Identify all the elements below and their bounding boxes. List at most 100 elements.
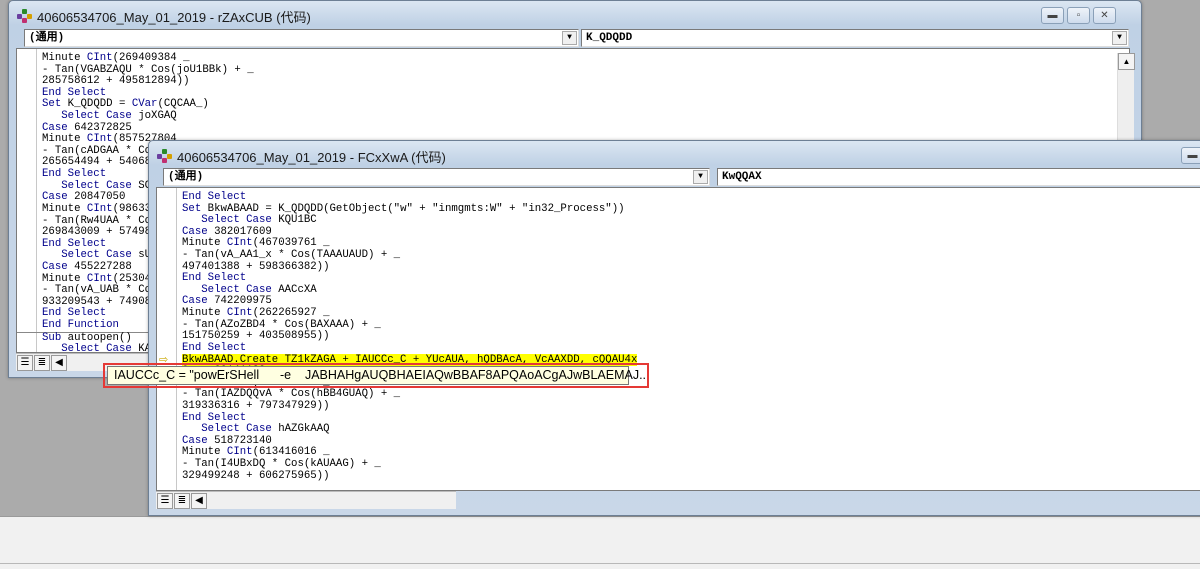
minimize-button[interactable]: ▬ bbox=[1181, 147, 1200, 164]
code-keyword: End Select bbox=[182, 341, 247, 354]
code-editor[interactable]: ⇨ End Select Set BkwABAAD = K_QDQDD(GetOb… bbox=[156, 187, 1200, 491]
code-keyword: Case bbox=[42, 121, 68, 134]
code-line: 319336316 + 797347929)) bbox=[182, 399, 637, 413]
code-line: 151750259 + 403508955)) bbox=[182, 331, 637, 343]
object-combo-value: (通用) bbox=[168, 171, 204, 183]
window-title-text: 40606534706_May_01_2019 - rZAxCUB (代码) bbox=[37, 9, 311, 25]
code-text: (269409384 _ bbox=[112, 52, 190, 64]
code-keyword: End Select bbox=[42, 237, 107, 250]
code-line: 497401388 + 598366382)) bbox=[182, 260, 637, 274]
code-text: Minute bbox=[42, 272, 87, 285]
code-text: joXGAQ bbox=[131, 110, 177, 123]
code-text: Minute bbox=[182, 307, 227, 320]
chevron-down-icon[interactable]: ▼ bbox=[693, 170, 708, 184]
margin-indicator-bar[interactable] bbox=[17, 49, 37, 352]
code-keyword: End Select bbox=[42, 86, 107, 99]
code-keyword: CInt bbox=[226, 446, 253, 459]
vba-module-icon bbox=[17, 9, 33, 23]
procedure-combo[interactable]: K_QDQDD ▼ bbox=[581, 29, 1129, 47]
code-text: 742209975 bbox=[207, 295, 272, 308]
code-text: 329499248 + 606275965)) bbox=[182, 469, 330, 482]
code-keyword: Sub bbox=[42, 331, 62, 344]
code-keyword: CInt bbox=[226, 307, 253, 320]
close-button[interactable]: ✕ bbox=[1093, 7, 1116, 24]
code-text: (467039761 _ bbox=[252, 237, 330, 250]
annotation-highlight-box bbox=[103, 363, 649, 388]
code-text: Minute bbox=[182, 446, 227, 459]
desktop-bottom bbox=[0, 516, 1200, 569]
code-text: 382017609 bbox=[207, 225, 272, 238]
code-text: 933209543 + 74908 bbox=[42, 295, 152, 308]
code-keyword: Set bbox=[42, 98, 62, 111]
code-text: Minute bbox=[182, 237, 227, 250]
procedure-view-button[interactable]: ☰ bbox=[17, 354, 33, 371]
code-text: BkwABAAD = K_QDQDD(GetObject("w" + "inmg… bbox=[201, 202, 625, 215]
procedure-combo-value: KwQQAX bbox=[722, 171, 762, 183]
code-keyword: Set bbox=[182, 202, 202, 215]
procedure-combo[interactable]: KwQQAX bbox=[717, 168, 1200, 186]
window-title: 40606534706_May_01_2019 - FCxXwA (代码) bbox=[157, 147, 446, 165]
full-module-view-button[interactable]: ≣ bbox=[34, 354, 50, 371]
code-keyword: Select Case bbox=[201, 423, 272, 436]
code-keyword: End Select bbox=[42, 307, 107, 320]
code-keyword: Case bbox=[42, 191, 68, 204]
code-text: AACcXA bbox=[271, 283, 317, 296]
code-text: - Tan(AZoZBD4 * Cos(BAXAAA) + _ bbox=[182, 318, 381, 331]
code-text: K_QDQDD = bbox=[61, 98, 132, 111]
object-combo[interactable]: (通用) ▼ bbox=[163, 168, 710, 186]
code-keyword: Select Case bbox=[201, 214, 272, 227]
code-keyword: Select Case bbox=[61, 179, 132, 192]
code-text: 20847050 bbox=[67, 191, 126, 204]
code-text: 455227288 bbox=[67, 260, 132, 273]
code-text: 497401388 + 598366382)) bbox=[182, 260, 330, 273]
code-window-fcxxwa: 40606534706_May_01_2019 - FCxXwA (代码) ▬ … bbox=[148, 140, 1200, 516]
code-text: Minute bbox=[42, 52, 87, 64]
code-text: (25304 bbox=[112, 272, 152, 285]
code-keyword: CInt bbox=[226, 237, 253, 250]
code-keyword: CInt bbox=[86, 133, 113, 146]
full-module-view-button[interactable]: ≣ bbox=[174, 492, 190, 509]
code-text: - Tan(Rw4UAA * Co bbox=[42, 214, 152, 227]
scroll-left-icon[interactable]: ◀ bbox=[191, 492, 207, 509]
code-text: 319336316 + 797347929)) bbox=[182, 399, 330, 412]
code-text: hAZGkAAQ bbox=[271, 423, 330, 436]
minimize-button[interactable]: ▬ bbox=[1041, 7, 1064, 24]
code-text: (CQCAA_) bbox=[157, 98, 209, 111]
object-combo-value: (通用) bbox=[29, 32, 65, 44]
scroll-up-icon[interactable]: ▲ bbox=[1118, 53, 1135, 70]
code-text: KQU1BC bbox=[271, 214, 317, 227]
code-keyword: Select Case bbox=[61, 343, 132, 353]
code-line: End Select bbox=[182, 341, 637, 355]
procedure-combo-value: K_QDQDD bbox=[586, 32, 633, 44]
code-text: - Tan(vA_UAB * Co bbox=[42, 284, 152, 297]
code-keyword: End Select bbox=[182, 272, 247, 285]
code-keyword: Case bbox=[182, 434, 208, 447]
code-keyword: Case bbox=[42, 260, 68, 273]
object-combo[interactable]: (通用) ▼ bbox=[24, 29, 579, 47]
code-text: autoopen() bbox=[61, 331, 132, 344]
code-text: (98633 bbox=[112, 202, 152, 215]
margin-indicator-bar[interactable]: ⇨ bbox=[157, 188, 177, 490]
code-keyword: Select Case bbox=[61, 249, 132, 262]
chevron-down-icon[interactable]: ▼ bbox=[1112, 31, 1127, 45]
code-text: - Tan(VGABZAQU * Cos(joU1BBk) + _ bbox=[42, 63, 254, 76]
code-keyword: Select Case bbox=[61, 110, 132, 123]
procedure-view-button[interactable]: ☰ bbox=[157, 492, 173, 509]
chevron-down-icon[interactable]: ▼ bbox=[562, 31, 577, 45]
code-keyword: CInt bbox=[86, 52, 113, 64]
code-text: (262265927 _ bbox=[252, 307, 330, 320]
code-text: - Tan(cADGAA * Cos bbox=[42, 144, 158, 157]
vba-module-icon bbox=[157, 149, 173, 163]
code-keyword: End Select bbox=[42, 168, 107, 181]
code-keyword: Case bbox=[182, 295, 208, 308]
scroll-left-icon[interactable]: ◀ bbox=[51, 354, 67, 371]
code-text: Minute bbox=[42, 133, 87, 146]
maximize-button[interactable]: ▫ bbox=[1067, 7, 1090, 24]
